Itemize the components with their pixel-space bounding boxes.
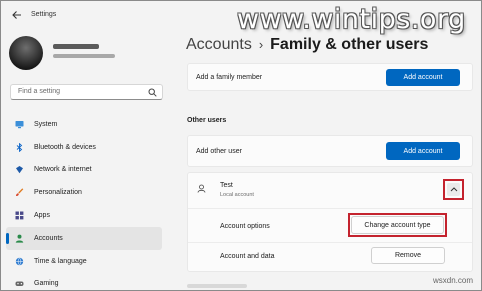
- expand-button[interactable]: [447, 183, 460, 196]
- breadcrumb-parent[interactable]: Accounts: [186, 36, 252, 53]
- user-name: Test: [220, 182, 233, 189]
- search-box[interactable]: Find a setting: [10, 84, 163, 100]
- sidebar-item-label: Time & language: [34, 257, 87, 265]
- sidebar-item-time-language[interactable]: Time & language: [1, 250, 171, 273]
- avatar: [9, 36, 43, 70]
- next-section-heading-cut: [187, 284, 247, 288]
- change-account-type-button[interactable]: Change account type: [351, 216, 444, 234]
- search-input[interactable]: Find a setting: [18, 88, 60, 95]
- watermark-site: www.wintips.org: [237, 4, 466, 35]
- back-arrow-icon[interactable]: [11, 9, 23, 21]
- account-options-label: Account options: [220, 223, 270, 230]
- search-icon[interactable]: [148, 88, 157, 97]
- sidebar-item-label: Accounts: [34, 234, 63, 242]
- sidebar-item-gaming[interactable]: Gaming: [1, 273, 171, 290]
- gamepad-icon: [15, 281, 24, 287]
- add-family-account-button[interactable]: Add account: [386, 69, 460, 86]
- remove-button[interactable]: Remove: [371, 247, 445, 264]
- person-icon: [15, 234, 24, 243]
- user-test-card: Test Local account Account options Chang…: [187, 172, 473, 272]
- sidebar-item-label: Apps: [34, 212, 50, 220]
- wifi-icon: [16, 166, 23, 174]
- account-and-data-label: Account and data: [220, 253, 275, 260]
- user-account-type: Local account: [220, 192, 254, 198]
- add-other-user-label: Add other user: [196, 148, 242, 155]
- breadcrumb: Accounts › Family & other users: [186, 36, 428, 54]
- sidebar-item-label: Personalization: [34, 189, 82, 197]
- app-title: Settings: [31, 11, 57, 18]
- apps-icon: [15, 211, 24, 220]
- brush-icon: [16, 188, 24, 197]
- sidebar-item-label: Bluetooth & devices: [34, 143, 96, 151]
- watermark-corner: wsxdn.com: [432, 276, 473, 285]
- sidebar-item-bluetooth[interactable]: Bluetooth & devices: [1, 136, 171, 159]
- add-other-user-button[interactable]: Add account: [386, 142, 460, 160]
- breadcrumb-separator: ›: [258, 37, 264, 52]
- sidebar-item-label: Gaming: [34, 280, 59, 288]
- family-member-card: Add a family member Add account: [187, 63, 473, 91]
- sidebar-item-accounts[interactable]: Accounts: [6, 226, 162, 250]
- sidebar-item-label: System: [34, 120, 58, 128]
- user-icon: [197, 184, 206, 193]
- sidebar-item-network[interactable]: Network & internet: [1, 159, 171, 182]
- globe-icon: [15, 257, 24, 266]
- other-users-heading: Other users: [187, 117, 227, 124]
- add-family-member-label: Add a family member: [196, 74, 263, 81]
- monitor-icon: [15, 120, 24, 129]
- sidebar-item-label: Network & internet: [34, 166, 92, 174]
- divider: [188, 208, 472, 209]
- chevron-up-icon: [450, 187, 457, 192]
- sidebar-item-system[interactable]: System: [1, 113, 171, 136]
- sidebar-item-apps[interactable]: Apps: [1, 204, 171, 227]
- settings-window: Settings Find a setting System Bluetooth…: [0, 0, 482, 291]
- sidebar-item-personalization[interactable]: Personalization: [1, 181, 171, 204]
- profile-email-redacted: [53, 54, 115, 58]
- bluetooth-icon: [16, 142, 23, 152]
- add-other-user-card: Add other user Add account: [187, 135, 473, 167]
- profile-name-redacted: [53, 44, 99, 49]
- sidebar-nav: System Bluetooth & devices Network & int…: [1, 113, 171, 290]
- divider: [188, 242, 472, 243]
- page-title: Family & other users: [270, 36, 429, 53]
